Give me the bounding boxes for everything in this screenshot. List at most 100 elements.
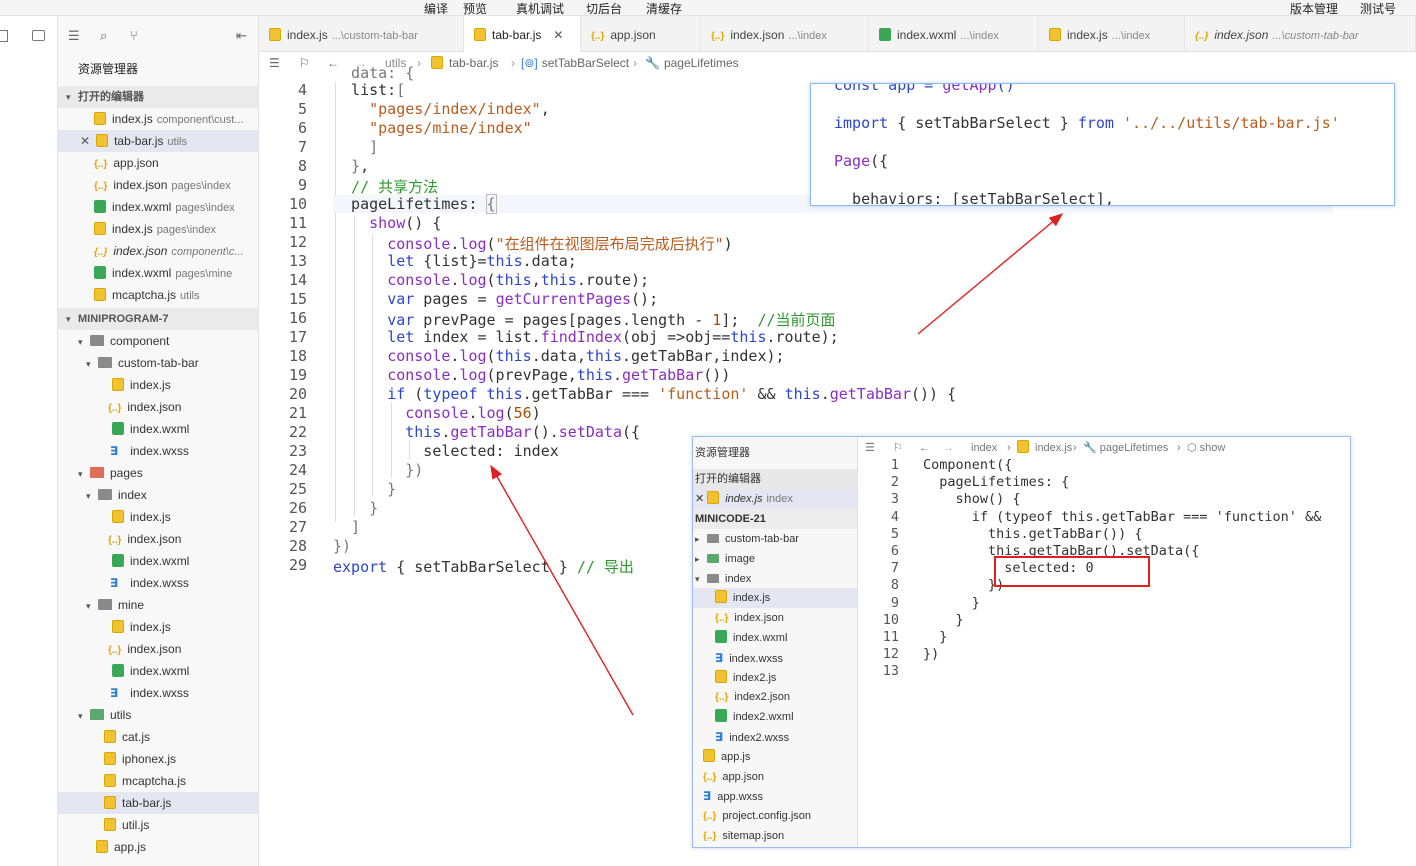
tree-file[interactable]: ∃ index.wxss: [58, 440, 258, 462]
tree-file[interactable]: index.wxml: [58, 550, 258, 572]
open-file-item[interactable]: index.wxml pages\mine: [58, 262, 258, 284]
bookmark-icon[interactable]: ⚐: [299, 52, 310, 74]
tree-file[interactable]: {..} index.json: [58, 396, 258, 418]
project-header[interactable]: ▾ MINIPROGRAM-7: [58, 308, 258, 330]
project-header[interactable]: MINICODE-21: [693, 509, 857, 529]
tree-item[interactable]: ▾ index: [693, 569, 857, 589]
line-number: 4: [297, 81, 307, 99]
tree-label: index2.wxml: [733, 711, 794, 724]
test-account-button[interactable]: 测试号: [1360, 0, 1396, 17]
open-file-item[interactable]: {..} index.json pages\index: [58, 174, 258, 196]
preview-button[interactable]: 预览: [463, 0, 487, 17]
tree-label: custom-tab-bar: [118, 356, 199, 370]
tree-file[interactable]: index.wxml: [58, 418, 258, 440]
list-icon[interactable]: ☰: [68, 28, 80, 44]
tree-item[interactable]: ▸ custom-tab-bar: [693, 529, 857, 549]
tab-index-json[interactable]: {..} index.json ...\index: [701, 16, 869, 52]
tree-item[interactable]: app.js: [693, 747, 857, 767]
tab-app-json[interactable]: {..} app.json: [581, 16, 701, 52]
back-arrow-icon: ←: [919, 442, 930, 454]
tree-folder[interactable]: ▾ index: [58, 484, 258, 506]
tree-folder[interactable]: ▾ utils: [58, 704, 258, 726]
tree-file[interactable]: index.wxml: [58, 660, 258, 682]
tree-folder[interactable]: ▾ custom-tab-bar: [58, 352, 258, 374]
tree-item[interactable]: index2.js: [693, 668, 857, 688]
open-file-item[interactable]: {..} index.json component\c...: [58, 240, 258, 262]
wxml-file-icon: [879, 28, 891, 41]
close-icon[interactable]: ✕: [553, 28, 563, 42]
breadcrumb-item[interactable]: tab-bar.js: [431, 52, 498, 74]
window-icon[interactable]: [32, 30, 45, 41]
code-line: Page({: [834, 152, 889, 170]
tree-item[interactable]: ∃ index2.wxss: [693, 727, 857, 747]
tree-file-selected[interactable]: tab-bar.js: [58, 792, 258, 814]
tree-file[interactable]: app.js: [58, 836, 258, 858]
tree-file[interactable]: ∃ index.wxss: [58, 682, 258, 704]
code-line: "pages/mine/index": [333, 119, 532, 137]
open-file-item[interactable]: {..} app.json: [58, 152, 258, 174]
close-icon[interactable]: ✕: [80, 134, 90, 148]
panel-icon[interactable]: [0, 30, 8, 42]
code-line: selected: index: [333, 442, 559, 460]
open-file-item[interactable]: mcaptcha.js utils: [58, 284, 258, 306]
tree-file[interactable]: {..} index.json: [58, 528, 258, 550]
version-manage-button[interactable]: 版本管理: [1290, 0, 1338, 17]
tree-folder[interactable]: ▾ pages: [58, 462, 258, 484]
tree-file[interactable]: {..} index.json: [58, 638, 258, 660]
highlight-box: [994, 556, 1150, 587]
open-editors-header[interactable]: ▾ 打开的编辑器: [58, 86, 258, 108]
source-control-icon[interactable]: ⑂: [130, 28, 138, 43]
switch-background-button[interactable]: 切后台: [586, 0, 622, 17]
tree-file[interactable]: ∃ index.wxss: [58, 572, 258, 594]
tab-index-js[interactable]: index.js ...\custom-tab-bar: [259, 16, 464, 52]
tree-item[interactable]: ∃ index.wxss: [693, 648, 857, 668]
json-file-icon: {..}: [703, 771, 717, 783]
tree-file[interactable]: util.js: [58, 814, 258, 836]
tab-index-js-2[interactable]: index.js ...\index: [1039, 16, 1185, 52]
tree-item[interactable]: {..} project.config.json: [693, 806, 857, 826]
tree-item[interactable]: ▸ image: [693, 549, 857, 569]
breadcrumb-item[interactable]: 🔧 pageLifetimes: [645, 52, 739, 74]
tree-item[interactable]: index2.wxml: [693, 707, 857, 727]
tree-item[interactable]: ∃ app.wxss: [693, 786, 857, 806]
tab-index-json-2[interactable]: {..} index.json ...\custom-tab-bar: [1185, 16, 1416, 52]
tree-item[interactable]: {..} index2.json: [693, 687, 857, 707]
tree-file[interactable]: index.js: [58, 506, 258, 528]
tab-index-wxml[interactable]: index.wxml ...\index: [869, 16, 1039, 52]
line-number: 27: [288, 518, 307, 536]
code-line: show() {: [369, 214, 442, 232]
code-line: ]: [333, 138, 379, 156]
tree-item[interactable]: index.wxml: [693, 628, 857, 648]
tree-file[interactable]: index.js: [58, 374, 258, 396]
list-icon[interactable]: ☰: [269, 52, 280, 74]
tree-item[interactable]: index.js: [693, 588, 857, 609]
open-editors-header[interactable]: 打开的编辑器: [693, 469, 857, 489]
tree-file[interactable]: mcaptcha.js: [58, 770, 258, 792]
clear-cache-button[interactable]: 清缓存: [646, 0, 682, 17]
activity-bar: [0, 16, 58, 866]
tree-file[interactable]: index.js: [58, 616, 258, 638]
tree-file[interactable]: cat.js: [58, 726, 258, 748]
tab-tab-bar-js[interactable]: tab-bar.js ✕: [464, 16, 581, 52]
tree-item[interactable]: {..} app.json: [693, 767, 857, 787]
tree-item[interactable]: {..} index.json: [693, 608, 857, 628]
open-file-item[interactable]: index.js component\cust...: [58, 108, 258, 130]
open-file-item[interactable]: index.wxml pages\index: [58, 196, 258, 218]
tree-item[interactable]: {..} sitemap.json: [693, 826, 857, 846]
tree-folder[interactable]: ▾ component: [58, 330, 258, 352]
open-file-item[interactable]: index.js pages\index: [58, 218, 258, 240]
file-path-hint: pages\index: [171, 180, 231, 192]
close-icon[interactable]: ✕: [695, 493, 704, 505]
real-device-debug-button[interactable]: 真机调试: [516, 0, 564, 17]
code-line: let index = list.findIndex(obj =>obj==th…: [387, 328, 839, 346]
tree-folder[interactable]: ▾ mine: [58, 594, 258, 616]
open-file-item[interactable]: ✕ tab-bar.js utils: [58, 130, 258, 152]
breadcrumb-item[interactable]: [⊚] setTabBarSelect: [521, 52, 629, 74]
tree-file[interactable]: iphonex.js: [58, 748, 258, 770]
search-icon[interactable]: ⌕: [100, 28, 107, 44]
code-line: }): [333, 461, 424, 479]
wxml-file-icon: [94, 266, 106, 279]
open-file-item[interactable]: ✕ index.js index: [693, 489, 857, 509]
collapse-panel-icon[interactable]: ⇤: [236, 28, 247, 44]
compile-button[interactable]: 编译: [424, 0, 448, 17]
